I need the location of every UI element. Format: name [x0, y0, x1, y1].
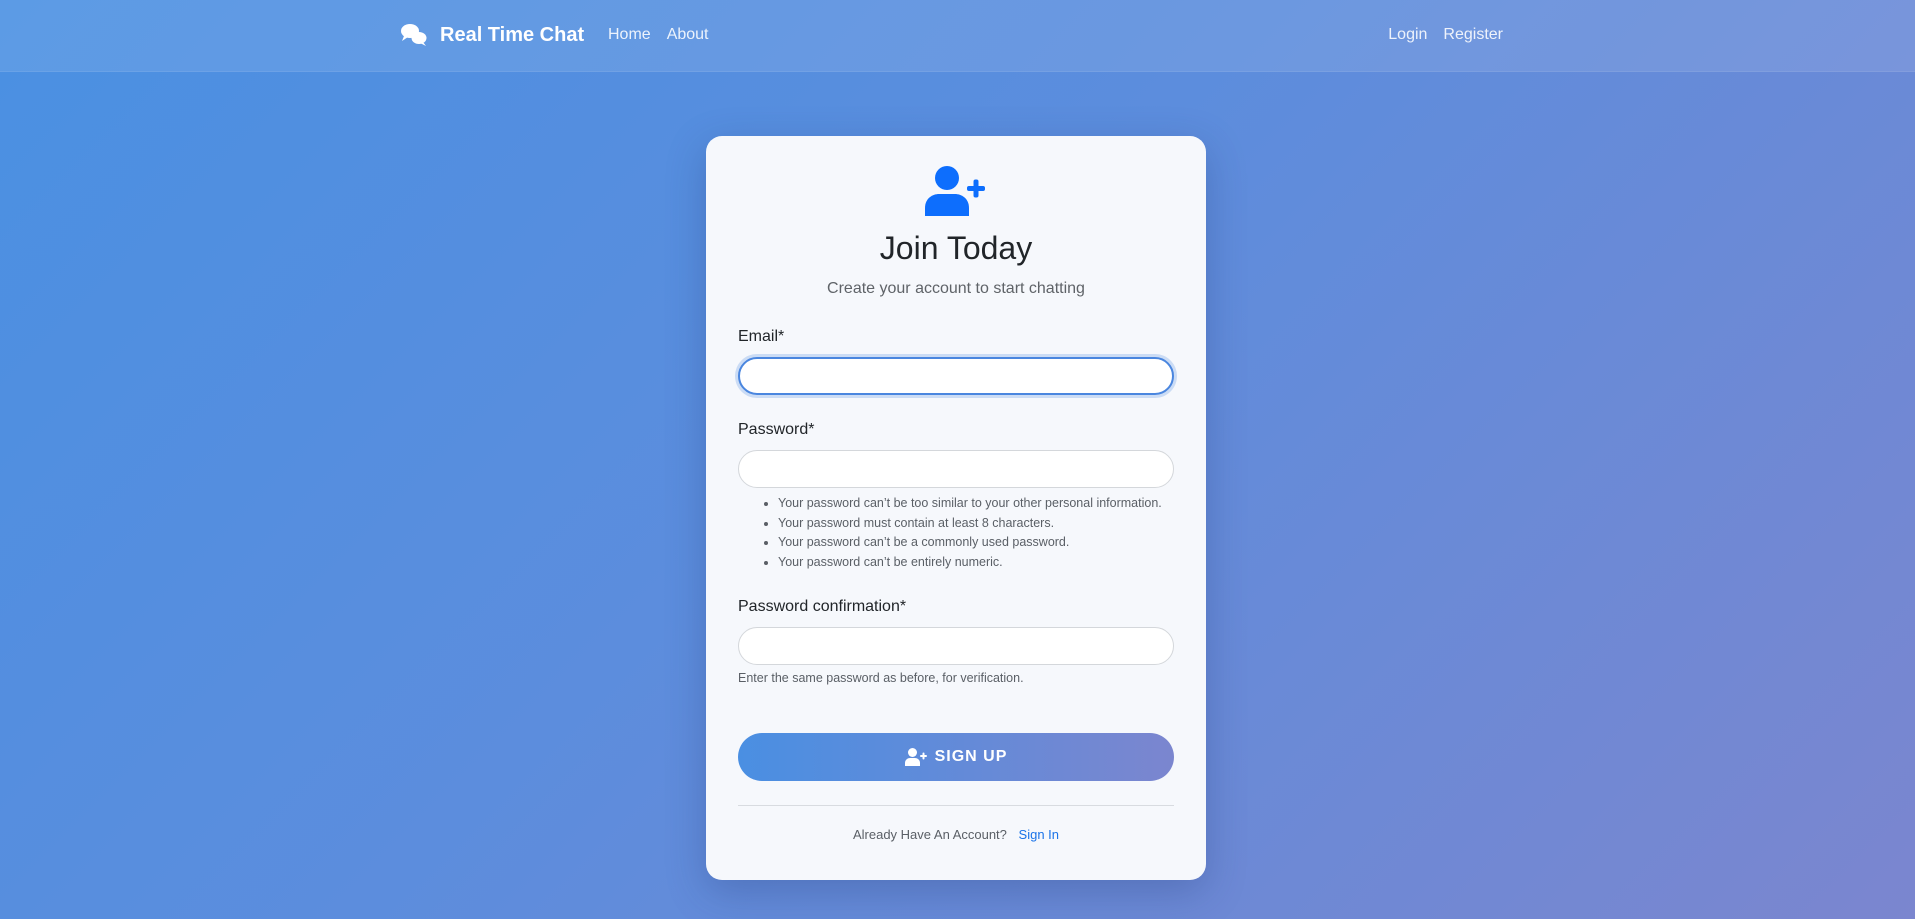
page-subtitle: Create your account to start chatting [827, 280, 1085, 297]
page-title: Join Today [879, 230, 1033, 266]
nav-login-link[interactable]: Login [1388, 26, 1427, 44]
password-help-list: Your password can’t be too similar to yo… [738, 494, 1174, 572]
user-plus-icon [925, 166, 985, 216]
password-label: Password* [738, 421, 815, 438]
chat-bubbles-icon [401, 24, 427, 46]
nav-left: Home About [608, 26, 725, 44]
divider [738, 805, 1174, 806]
brand-link[interactable]: Real Time Chat [400, 22, 584, 48]
nav-right: Login Register [1388, 26, 1503, 44]
password-confirmation-help: Enter the same password as before, for v… [738, 671, 1024, 685]
signin-link[interactable]: Sign In [1019, 827, 1059, 842]
password-confirmation-field[interactable] [738, 627, 1174, 665]
signup-form: Email* Password* Your password can’t be … [738, 328, 1174, 781]
nav-home-link[interactable]: Home [608, 26, 651, 44]
nav-register-link[interactable]: Register [1443, 26, 1503, 44]
password-confirmation-label: Password confirmation* [738, 598, 907, 615]
password-help-item: Your password must contain at least 8 ch… [778, 514, 1174, 534]
signup-button-label: SIGN UP [934, 748, 1008, 765]
card-header: Join Today Create your account to start … [738, 166, 1174, 298]
signin-prompt-text: Already Have An Account? [852, 827, 1007, 842]
signup-button[interactable]: SIGN UP [738, 733, 1174, 781]
password-help-item: Your password can’t be entirely numeric. [778, 553, 1174, 573]
email-field[interactable] [738, 357, 1174, 395]
email-label: Email* [738, 328, 785, 345]
user-plus-icon [904, 748, 927, 766]
password-help-item: Your password can’t be too similar to yo… [778, 494, 1174, 514]
email-group: Email* [738, 328, 1174, 395]
nav-about-link[interactable]: About [667, 26, 709, 44]
password-help-item: Your password can’t be a commonly used p… [778, 533, 1174, 553]
password-group: Password* Your password can’t be too sim… [738, 421, 1174, 572]
password-confirmation-group: Password confirmation* Enter the same pa… [738, 598, 1174, 685]
navbar: Real Time Chat Home About Login Register [0, 0, 1915, 72]
password-field[interactable] [738, 450, 1174, 488]
brand-name: Real Time Chat [440, 23, 585, 46]
signup-card: Join Today Create your account to start … [706, 136, 1206, 880]
signin-prompt: Already Have An Account? Sign In [738, 827, 1174, 842]
